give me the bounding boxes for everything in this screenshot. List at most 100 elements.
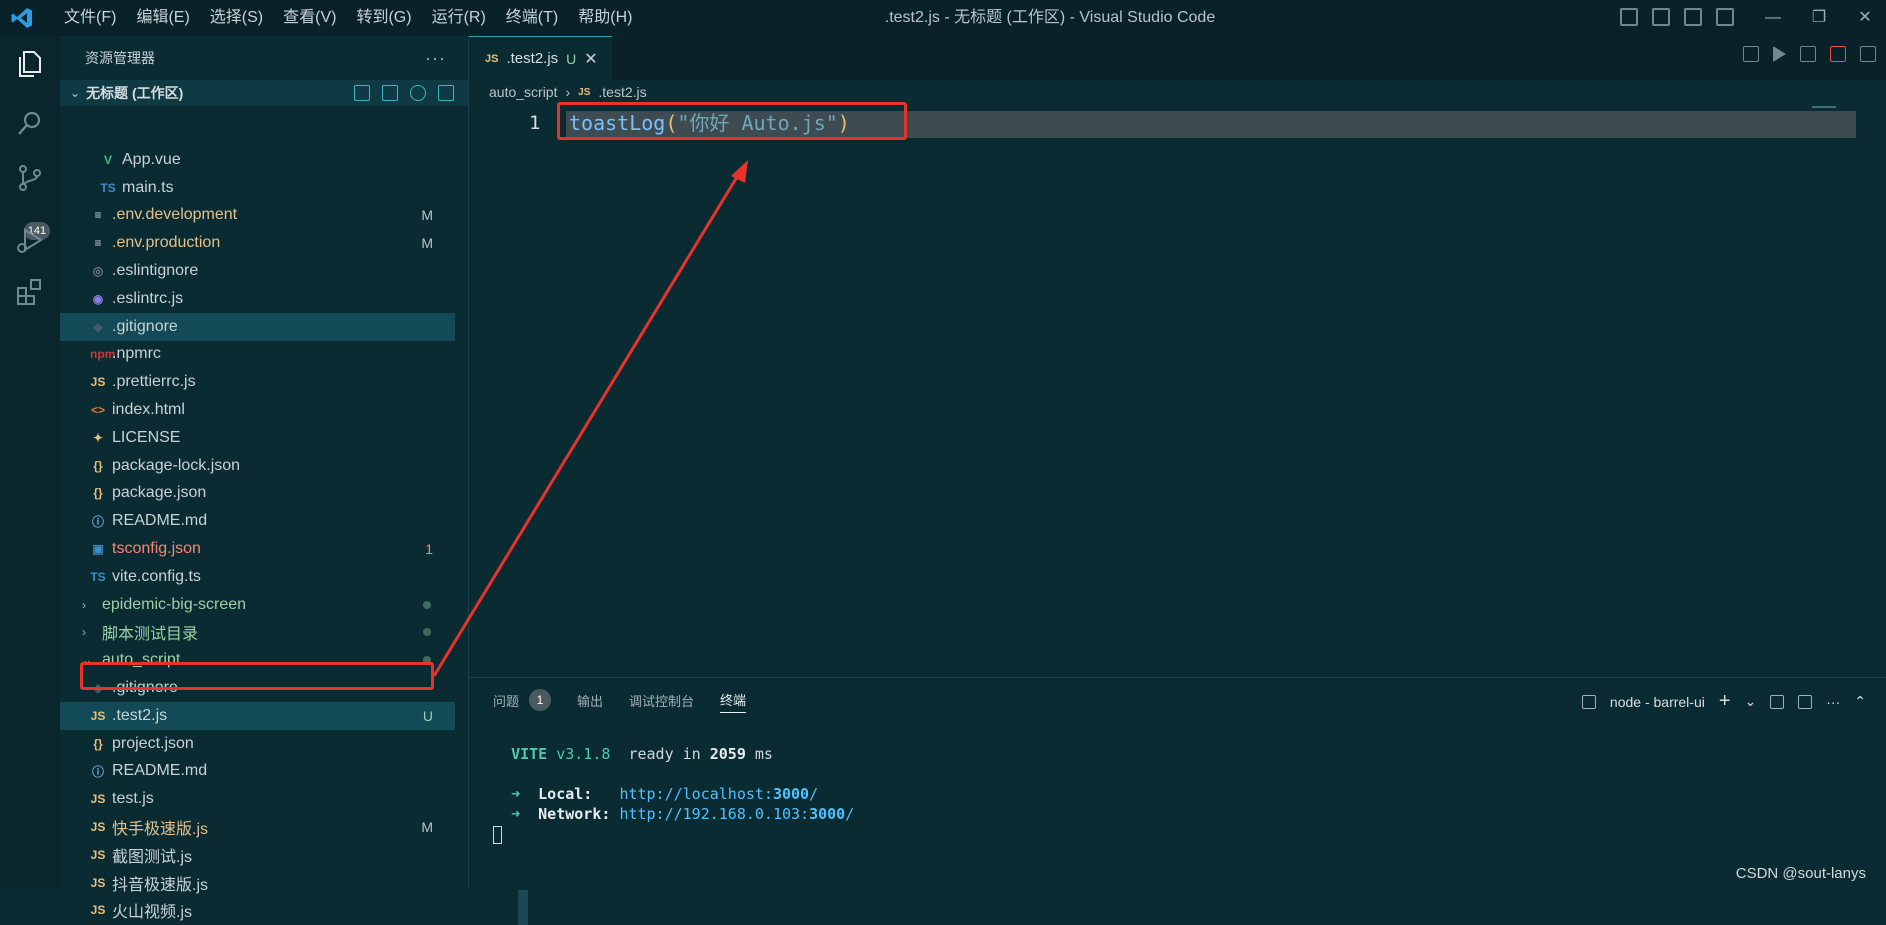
split-editor-icon[interactable]	[1860, 46, 1876, 62]
toggle-sidebar-icon[interactable]	[1620, 8, 1638, 26]
file-row[interactable]: ◆ .gitignore	[60, 312, 455, 341]
file-row[interactable]: TS vite.config.ts	[60, 563, 455, 591]
file-row[interactable]: TS main.ts	[60, 174, 455, 202]
ts-icon: TS	[90, 569, 106, 584]
workspace-header[interactable]: ⌄ 无标题 (工作区)	[60, 80, 468, 106]
tab-label: .test2.js	[506, 50, 559, 67]
run-debug-icon[interactable]	[14, 224, 46, 256]
vue-icon: V	[103, 152, 112, 167]
menu-view[interactable]: 查看(V)	[273, 0, 346, 36]
file-name: .eslintrc.js	[112, 289, 184, 307]
chevron-right-icon: ›	[565, 84, 571, 100]
menu-go[interactable]: 转到(G)	[346, 0, 421, 36]
file-name: 火山视频.js	[112, 904, 193, 922]
search-icon[interactable]	[14, 108, 46, 140]
file-row[interactable]: ◎ .eslintignore	[60, 257, 455, 285]
terminal-dropdown-icon[interactable]: ⌄	[1745, 693, 1757, 710]
file-row[interactable]: {} package-lock.json	[60, 452, 455, 480]
tab-test2-js[interactable]: JS .test2.js U ✕	[469, 36, 612, 80]
stop-icon[interactable]	[1830, 46, 1846, 62]
toggle-secondary-sidebar-icon[interactable]	[1684, 8, 1702, 26]
customize-layout-icon[interactable]	[1716, 8, 1734, 26]
extensions-icon[interactable]	[14, 276, 46, 308]
vscode-logo-icon	[11, 8, 32, 28]
file-row[interactable]: JS 火山视频.js	[60, 897, 455, 925]
source-control-icon[interactable]	[14, 162, 46, 194]
js-file-icon: JS	[485, 52, 499, 65]
file-row[interactable]: ✦ LICENSE	[60, 424, 455, 452]
more-actions-icon[interactable]: ···	[425, 48, 446, 69]
folder-name: 脚本测试目录	[102, 626, 199, 644]
folder-status-dot	[423, 600, 431, 609]
file-row[interactable]: <> index.html	[60, 396, 455, 424]
folder-row[interactable]: › 脚本测试目录	[60, 619, 455, 647]
file-row[interactable]: ≡ .env.production M	[60, 229, 455, 257]
file-row[interactable]: JS test.js	[60, 785, 455, 813]
file-status: 1	[425, 541, 433, 558]
folder-row[interactable]: › epidemic-big-screen	[60, 591, 455, 619]
js-file-icon: JS	[578, 86, 591, 98]
menu-run[interactable]: 运行(R)	[422, 0, 496, 36]
file-row[interactable]: ⓘ README.md	[60, 758, 455, 786]
save-icon[interactable]	[1800, 46, 1816, 62]
file-row[interactable]: ▣ tsconfig.json 1	[60, 535, 455, 563]
local-url[interactable]: http://localhost:3000/	[619, 785, 818, 803]
file-row[interactable]: JS .test2.js U	[60, 701, 455, 730]
js-icon: JS	[90, 375, 106, 390]
file-row[interactable]: JS 截图测试.js	[60, 841, 455, 869]
terminal-output[interactable]: VITE v3.1.8 ready in 2059 ms ➜ Local: ht…	[493, 744, 854, 844]
split-terminal-icon[interactable]	[1770, 694, 1785, 709]
file-row[interactable]: {} project.json	[60, 730, 455, 758]
file-name: .prettierrc.js	[112, 373, 196, 391]
file-row[interactable]: V App.vue	[60, 146, 455, 174]
panel-more-icon[interactable]: ···	[1826, 694, 1840, 710]
tab-debug-console[interactable]: 调试控制台	[629, 678, 694, 722]
lines-icon: ≡	[94, 208, 102, 223]
file-row[interactable]: JS .prettierrc.js	[60, 368, 455, 396]
new-folder-icon[interactable]	[382, 85, 398, 101]
toggle-panel-icon[interactable]	[1652, 8, 1670, 26]
menu-selection[interactable]: 选择(S)	[200, 0, 273, 36]
refresh-icon[interactable]	[410, 85, 426, 101]
kill-terminal-icon[interactable]	[1798, 694, 1813, 709]
menu-help[interactable]: 帮助(H)	[568, 0, 642, 36]
file-name: vite.config.ts	[112, 567, 201, 585]
terminal-icon	[1581, 694, 1596, 709]
file-row[interactable]: ≡ .env.development M	[60, 202, 455, 230]
network-url[interactable]: http://192.168.0.103:3000/	[619, 805, 854, 823]
file-row[interactable]: ⓘ README.md	[60, 507, 455, 535]
chevron-right-icon: ›	[82, 625, 86, 640]
new-terminal-icon[interactable]: +	[1719, 690, 1731, 713]
minimize-button[interactable]: —	[1750, 0, 1796, 36]
tab-terminal[interactable]: 终端	[720, 688, 747, 713]
new-file-icon[interactable]	[354, 85, 370, 101]
tab-problems[interactable]: 问题 1	[493, 678, 552, 722]
close-window-button[interactable]: ✕	[1842, 0, 1886, 36]
file-row[interactable]: npm .npmrc	[60, 341, 455, 369]
close-tab-icon[interactable]: ✕	[584, 49, 597, 69]
explorer-icon[interactable]	[14, 48, 46, 80]
minimap[interactable]	[1812, 106, 1836, 108]
breadcrumb-file[interactable]: .test2.js	[598, 84, 646, 100]
file-row[interactable]: JS 快手极速版.js M	[60, 813, 455, 841]
open-changes-icon[interactable]	[1743, 46, 1759, 62]
file-row[interactable]: JS 抖音极速版.js	[60, 869, 455, 897]
tab-problems-label: 问题	[493, 693, 520, 709]
file-row[interactable]: ◉ .eslintrc.js	[60, 285, 455, 313]
restore-button[interactable]: ❐	[1796, 0, 1842, 36]
maximize-panel-icon[interactable]: ⌃	[1854, 693, 1866, 710]
file-name: 快手极速版.js	[112, 821, 209, 839]
vite-version: v3.1.8	[556, 745, 611, 763]
run-icon[interactable]	[1773, 46, 1786, 62]
menu-terminal[interactable]: 终端(T)	[496, 0, 568, 36]
ts-icon: TS	[100, 180, 116, 195]
terminal-name[interactable]: node - barrel-ui	[1610, 694, 1705, 710]
collapse-all-icon[interactable]	[438, 85, 454, 101]
file-row[interactable]: {} package.json	[60, 480, 455, 508]
tab-output[interactable]: 输出	[577, 678, 603, 722]
menu-file[interactable]: 文件(F)	[54, 0, 126, 36]
breadcrumb-folder[interactable]: auto_script	[489, 84, 557, 100]
menu-edit[interactable]: 编辑(E)	[126, 0, 199, 36]
json-icon: {}	[93, 486, 103, 501]
file-name: README.md	[112, 512, 208, 530]
